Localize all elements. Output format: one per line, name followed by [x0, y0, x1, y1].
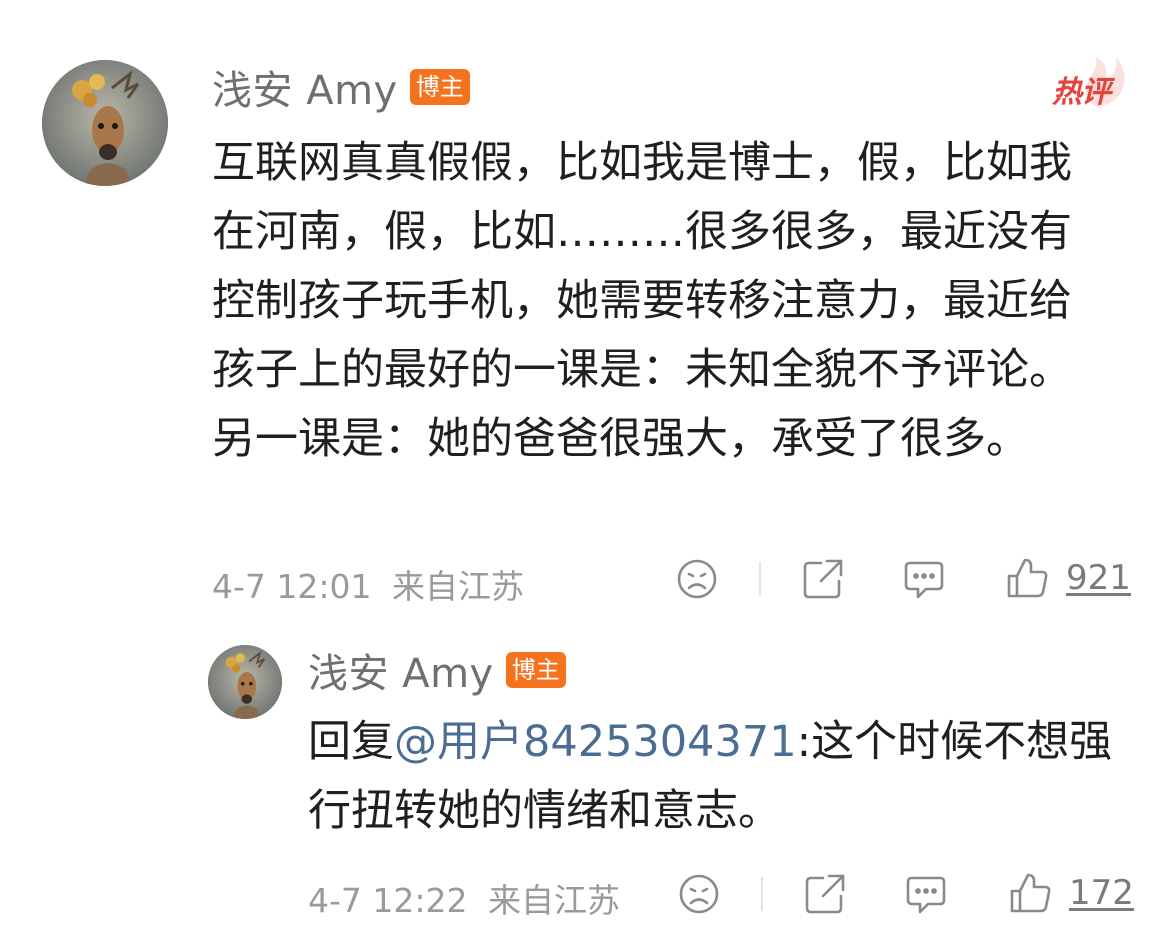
reply-author-row: 浅安 Amy 博主	[308, 645, 566, 697]
like-count[interactable]: 921	[1066, 558, 1131, 598]
reply-meta: 4-7 12:22 来自江苏	[308, 874, 620, 922]
comment-location: 来自江苏	[392, 567, 524, 606]
author-name[interactable]: 浅安 Amy	[212, 58, 398, 116]
thumbs-up-icon[interactable]	[1008, 871, 1052, 915]
comment-icon[interactable]	[902, 557, 946, 601]
reply-text: 回复@用户8425304371:这个时候不想强行扭转她的情绪和意志。	[308, 708, 1128, 846]
comment-text: 互联网真真假假，比如我是博士，假，比如我在河南，假，比如………很多很多，最近没有…	[212, 138, 1072, 464]
share-icon[interactable]	[803, 872, 847, 916]
mention-link[interactable]: @用户8425304371	[394, 717, 797, 767]
comment-meta: 4-7 12:01 来自江苏	[212, 560, 524, 608]
comment-location: 来自江苏	[488, 881, 620, 920]
thumbs-up-icon[interactable]	[1005, 556, 1049, 600]
hot-comment-tag: 热评	[1040, 55, 1130, 110]
comment-author-row: 浅安 Amy 博主	[212, 62, 470, 114]
reply-avatar[interactable]	[208, 645, 282, 719]
like-count[interactable]: 172	[1069, 873, 1134, 913]
comment-time: 4-7 12:01	[212, 567, 372, 606]
reply-prefix: 回复	[308, 717, 394, 767]
blogger-badge: 博主	[409, 69, 470, 105]
author-name[interactable]: 浅安 Amy	[308, 641, 494, 699]
sad-face-icon[interactable]	[675, 557, 719, 601]
hot-comment-label: 热评	[1052, 75, 1111, 110]
comment-time: 4-7 12:22	[308, 881, 468, 920]
sad-face-icon[interactable]	[677, 872, 721, 916]
blogger-badge: 博主	[505, 652, 566, 688]
avatar[interactable]	[42, 60, 168, 186]
deer-avatar-image	[42, 60, 168, 186]
share-icon[interactable]	[801, 557, 845, 601]
action-divider	[759, 562, 761, 596]
deer-avatar-image	[208, 645, 282, 719]
comment-icon[interactable]	[904, 872, 948, 916]
action-divider	[761, 877, 763, 911]
